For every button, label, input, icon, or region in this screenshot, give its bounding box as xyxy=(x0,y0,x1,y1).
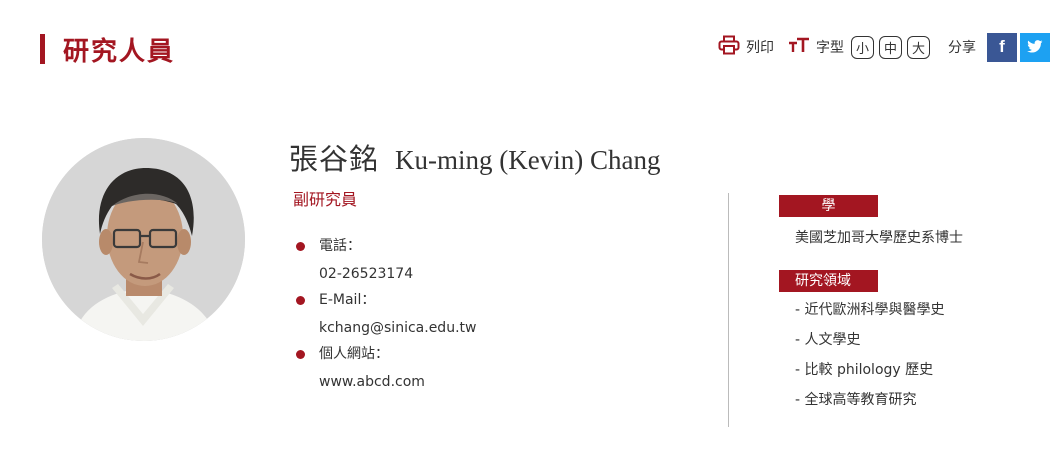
vertical-divider xyxy=(728,193,729,427)
font-size-control: 字型 小 中 大 xyxy=(788,35,930,59)
name-chinese: 張谷銘 xyxy=(289,142,380,176)
font-size-options: 小 中 大 xyxy=(846,35,930,59)
print-label: 列印 xyxy=(746,40,774,56)
research-field-item: - 全球高等教育研究 xyxy=(795,392,917,408)
contact-item-phone: 電話： 02-26523174 xyxy=(296,234,476,288)
print-button[interactable]: 列印 xyxy=(718,35,774,59)
toolbar: 列印 字型 小 中 大 分享 f xyxy=(718,32,1050,62)
font-size-large-button[interactable]: 大 xyxy=(907,35,930,59)
font-size-icon xyxy=(788,37,810,57)
page-title-bar: 研究人員 xyxy=(40,34,175,67)
phone-label: 電話： xyxy=(319,238,361,254)
font-size-medium-button[interactable]: 中 xyxy=(879,35,902,59)
website-link[interactable]: www.abcd.com xyxy=(319,369,476,396)
portrait-image xyxy=(42,138,245,341)
bullet-icon xyxy=(296,296,305,305)
contact-list: 電話： 02-26523174 E-Mail： kchang@sinica.ed… xyxy=(296,234,476,396)
facebook-icon: f xyxy=(999,37,1005,56)
twitter-icon xyxy=(1027,38,1043,57)
contact-item-email: E-Mail： kchang@sinica.edu.tw xyxy=(296,288,476,342)
research-fields-list: - 近代歐洲科學與醫學史 - 人文學史 - 比較 philology 歷史 - … xyxy=(795,297,945,417)
avatar xyxy=(42,138,245,341)
research-field-item: - 比較 philology 歷史 xyxy=(795,362,934,378)
page-title: 研究人員 xyxy=(63,36,176,67)
contact-item-website: 個人網站： www.abcd.com xyxy=(296,342,476,396)
facebook-share-button[interactable]: f xyxy=(987,32,1017,62)
email-link[interactable]: kchang@sinica.edu.tw xyxy=(319,315,476,342)
website-label: 個人網站： xyxy=(319,346,389,362)
education-item: 美國芝加哥大學歷史系博士 xyxy=(795,230,963,246)
bullet-icon xyxy=(296,242,305,251)
twitter-share-button[interactable] xyxy=(1020,32,1050,62)
researcher-name: 張谷銘 Ku-ming (Kevin) Chang xyxy=(289,136,660,176)
research-fields-heading: 研究領域 xyxy=(779,270,878,292)
name-english: Ku-ming (Kevin) Chang xyxy=(395,145,661,175)
printer-icon xyxy=(718,35,740,59)
position-title: 副研究員 xyxy=(293,190,358,209)
phone-value: 02-26523174 xyxy=(319,266,414,282)
bullet-icon xyxy=(296,350,305,359)
share-label: 分享 xyxy=(948,40,976,56)
email-label: E-Mail： xyxy=(319,292,376,308)
font-size-small-button[interactable]: 小 xyxy=(851,35,874,59)
education-heading: 學歷 xyxy=(779,195,878,236)
research-field-item: - 人文學史 xyxy=(795,332,861,348)
font-label: 字型 xyxy=(816,40,844,56)
research-field-item: - 近代歐洲科學與醫學史 xyxy=(795,302,945,318)
